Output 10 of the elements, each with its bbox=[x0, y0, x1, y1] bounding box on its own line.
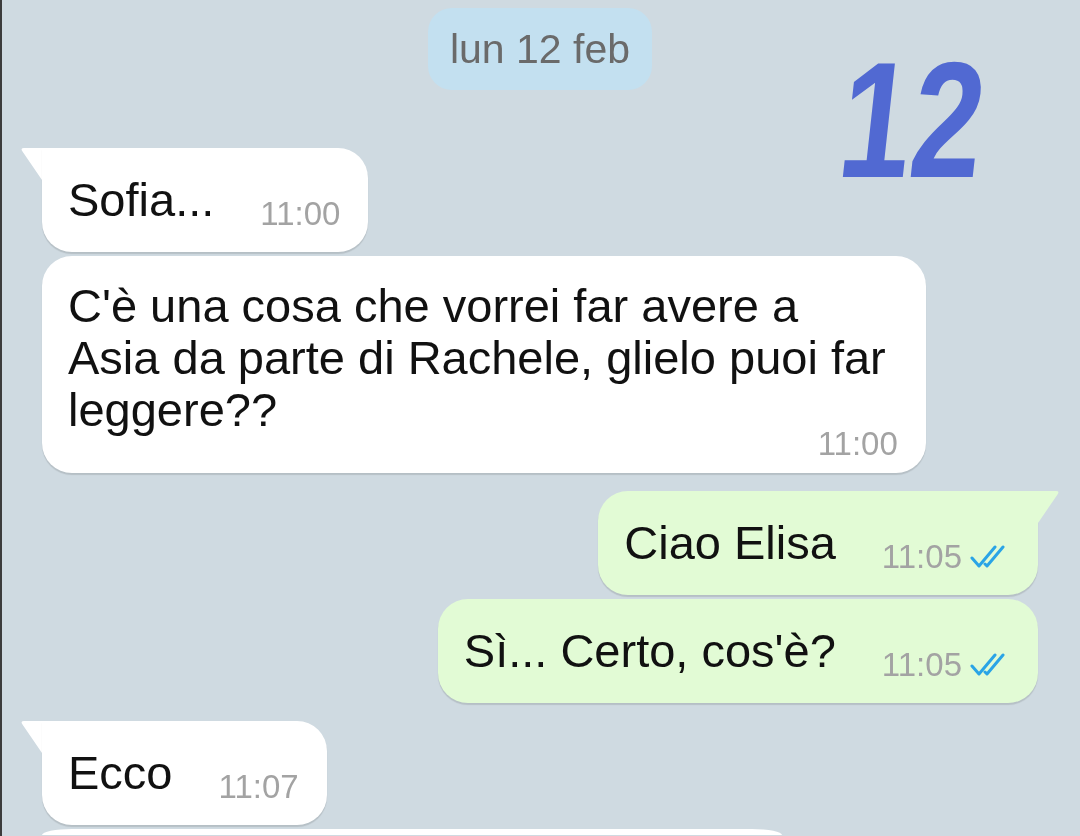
message-text: Sofia... bbox=[68, 172, 215, 228]
message-text: Ciao Elisa bbox=[624, 515, 836, 571]
message-time: 11:05 bbox=[881, 543, 962, 571]
message-text: Ecco bbox=[68, 745, 173, 801]
handwritten-number: 12 bbox=[831, 38, 994, 203]
message-time: 11:00 bbox=[260, 200, 341, 228]
date-label: lun 12 feb bbox=[427, 8, 653, 90]
message-text: Sì... Certo, cos'è? bbox=[463, 623, 836, 679]
message-time: 11:05 bbox=[881, 651, 962, 679]
message-time: 11:07 bbox=[218, 773, 299, 801]
